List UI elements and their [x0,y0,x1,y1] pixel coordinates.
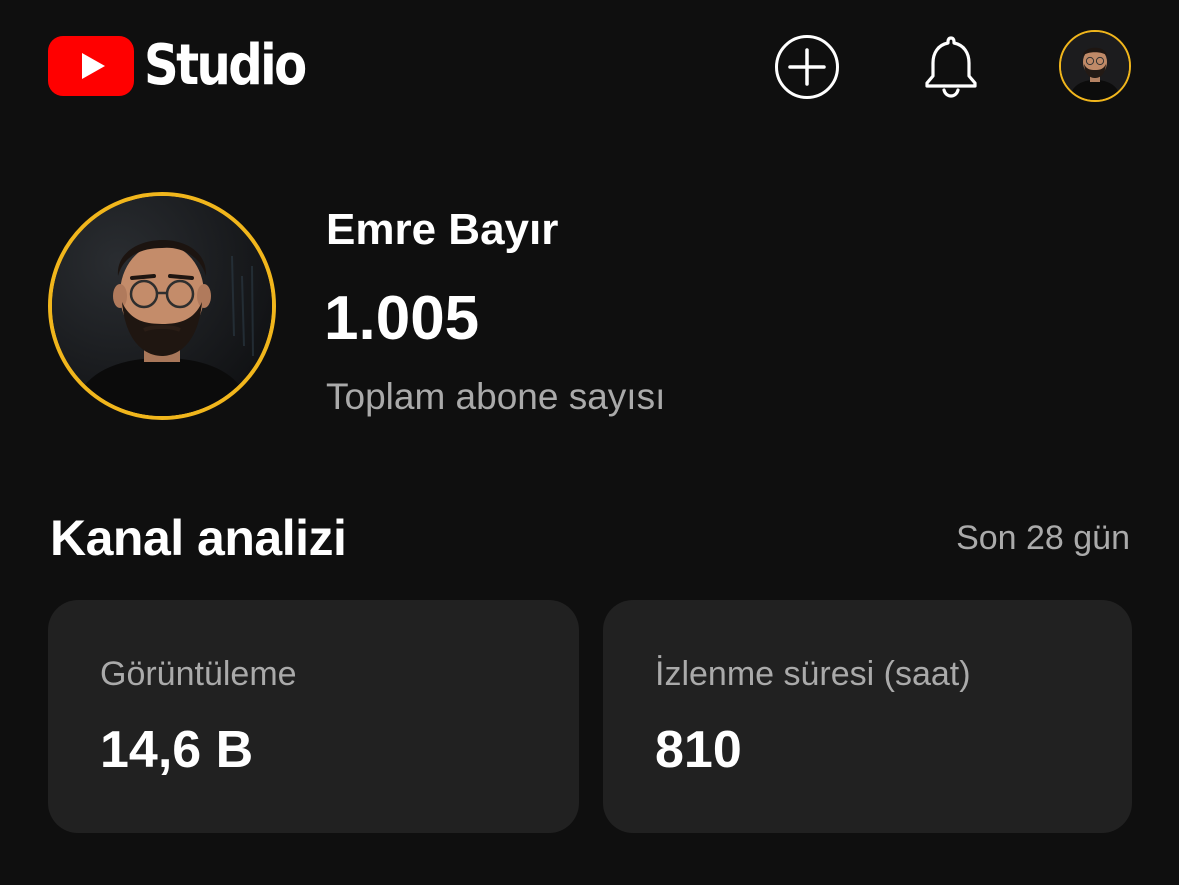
watch-time-label: İzlenme süresi (saat) [655,655,971,693]
youtube-play-icon [48,36,134,96]
create-button[interactable] [774,34,840,100]
views-label: Görüntüleme [100,655,297,693]
analytics-period: Son 28 gün [956,519,1130,557]
views-card[interactable]: Görüntüleme 14,6 B [48,600,579,833]
plus-circle-icon [775,35,839,99]
logo-text: Studio [144,33,307,98]
subscriber-count: 1.005 [324,284,480,353]
channel-avatar-image [52,196,272,416]
subscriber-label: Toplam abone sayısı [326,376,666,417]
youtube-studio-logo[interactable]: Studio [48,36,331,96]
views-value: 14,6 B [100,721,254,779]
account-avatar-image [1061,32,1129,100]
bell-icon [925,36,977,98]
channel-analytics-title: Kanal analizi [50,510,347,566]
account-avatar[interactable] [1059,30,1131,102]
watch-time-value: 810 [655,721,742,779]
channel-name: Emre Bayır [326,205,559,254]
top-app-bar: Studio [0,0,1179,140]
watch-time-card[interactable]: İzlenme süresi (saat) 810 [603,600,1132,833]
channel-avatar[interactable] [48,192,276,420]
notifications-button[interactable] [918,32,984,100]
